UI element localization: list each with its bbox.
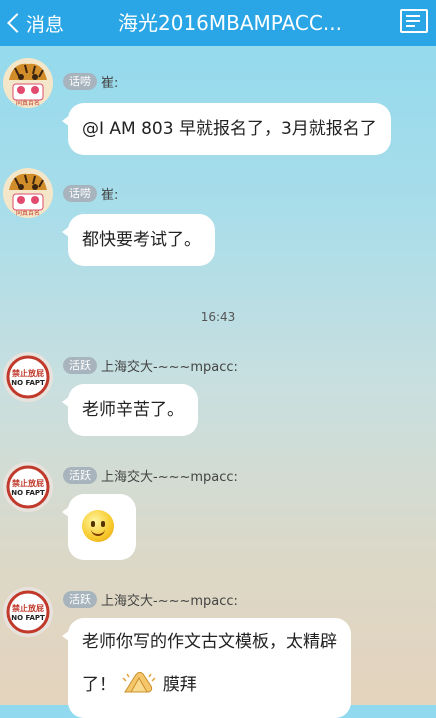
- no-fapt-avatar[interactable]: 禁止放屁 NO FAPT: [3, 352, 53, 402]
- message-bubble[interactable]: @I AM 803 早就报名了，3月就报名了: [62, 103, 391, 155]
- message-bubble[interactable]: [62, 494, 136, 560]
- message-bubble[interactable]: 老师辛苦了。: [62, 384, 198, 436]
- chevron-left-icon: [7, 13, 27, 33]
- member-badge: 话唠: [63, 73, 97, 90]
- sender-line: 活跃 上海交大-~~~mpacc:: [63, 466, 238, 485]
- message-text: 老师辛苦了。: [82, 400, 184, 420]
- no-fapt-avatar[interactable]: 禁止放屁 NO FAPT: [3, 462, 53, 512]
- message-bubble[interactable]: 老师你写的作文古文模板，太精辟 了！ 膜拜: [62, 618, 351, 718]
- svg-text:NO FAPT: NO FAPT: [11, 379, 45, 387]
- list-icon[interactable]: [400, 9, 428, 33]
- tiger-avatar[interactable]: 同真百名: [3, 58, 53, 108]
- message-text: 都快要考试了。: [82, 230, 201, 250]
- sender-line: 活跃 上海交大-~~~mpacc:: [63, 590, 238, 609]
- message-text: 老师你写的作文古文模板，太精辟: [82, 632, 337, 652]
- svg-text:禁止放屁: 禁止放屁: [11, 368, 44, 378]
- member-badge: 活跃: [63, 591, 97, 608]
- title-bar: 消息 海光2016MBAMPACC...: [0, 0, 436, 46]
- svg-text:同真百名: 同真百名: [16, 209, 40, 217]
- svg-text:同真百名: 同真百名: [16, 99, 40, 107]
- sender-line: 话唠 崔:: [63, 184, 118, 203]
- no-fapt-avatar[interactable]: 禁止放屁 NO FAPT: [3, 587, 53, 637]
- sender-name: 上海交大-~~~mpacc:: [101, 360, 238, 375]
- sender-name: 上海交大-~~~mpacc:: [101, 470, 238, 485]
- member-badge: 活跃: [63, 467, 97, 484]
- member-badge: 活跃: [63, 357, 97, 374]
- back-label: 消息: [26, 13, 65, 36]
- smiley-icon: [82, 510, 114, 542]
- back-button[interactable]: 消息: [4, 0, 64, 46]
- message-text-line2: 了！ 膜拜: [82, 668, 337, 702]
- timestamp: 16:43: [200, 310, 236, 324]
- message-text: @I AM 803 早就报名了，3月就报名了: [82, 119, 377, 139]
- sender-line: 话唠 崔:: [63, 72, 118, 91]
- chat-title: 海光2016MBAMPACC...: [118, 11, 342, 35]
- svg-text:禁止放屁: 禁止放屁: [11, 478, 44, 488]
- message-bubble[interactable]: 都快要考试了。: [62, 214, 215, 266]
- sender-name: 崔:: [101, 188, 119, 203]
- sender-line: 活跃 上海交大-~~~mpacc:: [63, 356, 238, 375]
- praying-hands-icon: [121, 668, 157, 702]
- sender-name: 上海交大-~~~mpacc:: [101, 594, 238, 609]
- member-badge: 话唠: [63, 185, 97, 202]
- svg-text:NO FAPT: NO FAPT: [11, 614, 45, 622]
- tiger-avatar[interactable]: 同真百名: [3, 168, 53, 218]
- sender-name: 崔:: [101, 76, 119, 91]
- svg-text:禁止放屁: 禁止放屁: [11, 603, 44, 613]
- svg-text:NO FAPT: NO FAPT: [11, 489, 45, 497]
